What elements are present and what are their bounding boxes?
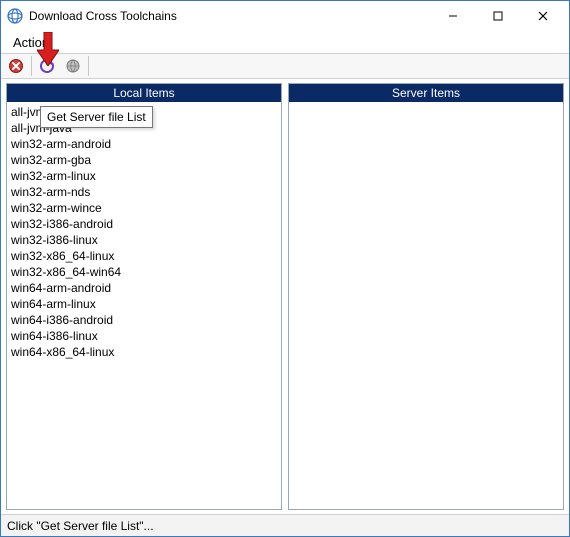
local-items-header: Local Items <box>7 84 281 102</box>
server-items-header: Server Items <box>289 84 563 102</box>
list-item[interactable]: win32-arm-android <box>11 136 277 152</box>
app-icon <box>7 8 23 24</box>
list-item[interactable]: win32-x86_64-win64 <box>11 264 277 280</box>
list-item[interactable]: win64-i386-android <box>11 312 277 328</box>
list-item[interactable]: win32-arm-linux <box>11 168 277 184</box>
local-items-list[interactable]: Get Server file List all-jvm-androidall-… <box>7 102 281 509</box>
maximize-button[interactable] <box>475 2 520 30</box>
menu-action[interactable]: Action <box>7 33 55 52</box>
toolbar <box>1 53 569 79</box>
list-item[interactable]: win64-arm-android <box>11 280 277 296</box>
close-button[interactable] <box>520 2 565 30</box>
refresh-icon <box>39 58 55 74</box>
cancel-icon <box>8 58 24 74</box>
content-area: Local Items Get Server file List all-jvm… <box>1 79 569 514</box>
list-item[interactable]: win64-x86_64-linux <box>11 344 277 360</box>
list-item[interactable]: win64-arm-linux <box>11 296 277 312</box>
menubar: Action <box>1 31 569 53</box>
server-items-panel: Server Items <box>288 83 564 510</box>
window-title: Download Cross Toolchains <box>29 9 177 23</box>
statusbar: Click "Get Server file List"... <box>1 514 569 536</box>
list-item[interactable]: win32-arm-gba <box>11 152 277 168</box>
list-item[interactable]: win32-i386-linux <box>11 232 277 248</box>
tooltip: Get Server file List <box>40 106 153 128</box>
local-items-panel: Local Items Get Server file List all-jvm… <box>6 83 282 510</box>
list-item[interactable]: win64-i386-linux <box>11 328 277 344</box>
toolbar-separator <box>88 56 89 76</box>
titlebar: Download Cross Toolchains <box>1 1 569 31</box>
list-item[interactable]: win32-x86_64-linux <box>11 248 277 264</box>
minimize-button[interactable] <box>430 2 475 30</box>
list-item[interactable]: win32-arm-nds <box>11 184 277 200</box>
cancel-button[interactable] <box>3 55 29 77</box>
get-server-file-list-button[interactable] <box>34 55 60 77</box>
globe-download-icon <box>65 58 81 74</box>
list-item[interactable]: win32-i386-android <box>11 216 277 232</box>
download-button[interactable] <box>60 55 86 77</box>
status-text: Click "Get Server file List"... <box>7 519 154 533</box>
toolbar-separator <box>31 56 32 76</box>
server-items-list[interactable] <box>289 102 563 509</box>
list-item[interactable]: win32-arm-wince <box>11 200 277 216</box>
